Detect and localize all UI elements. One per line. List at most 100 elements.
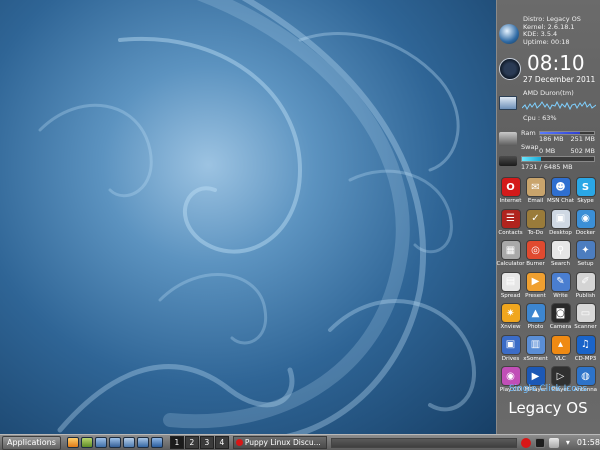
launcher-desktop[interactable]: ▣ Desktop bbox=[548, 209, 573, 242]
launcher-label: Xnview bbox=[500, 324, 521, 330]
ram-total: 251 MB bbox=[570, 135, 595, 143]
terminal-icon[interactable] bbox=[108, 437, 121, 448]
skype-icon: S bbox=[576, 178, 595, 196]
setup-icon: ✦ bbox=[576, 241, 595, 259]
launcher-label: Docker bbox=[575, 229, 596, 236]
msn-icon: ☻ bbox=[551, 178, 570, 196]
launcher-scanner[interactable]: ▭ Scanner bbox=[573, 304, 598, 336]
docker-icon: ◉ bbox=[576, 209, 595, 228]
vlc-icon: ▴ bbox=[551, 335, 570, 354]
launcher-presentation[interactable]: ▶ Present bbox=[523, 272, 548, 305]
opera-tray-icon[interactable] bbox=[520, 437, 531, 448]
launcher-xsoment[interactable]: ▥ xSoment bbox=[523, 335, 548, 368]
presentation-icon: ▶ bbox=[526, 272, 545, 291]
launcher-label: Spread bbox=[500, 292, 521, 299]
desktop-wallpaper bbox=[0, 0, 496, 434]
ram-values: 186 MB 251 MB bbox=[539, 135, 595, 144]
write-icon: ✎ bbox=[551, 272, 570, 291]
drives-icon: ▣ bbox=[501, 335, 520, 354]
launcher-email[interactable]: ✉ Email bbox=[523, 178, 548, 210]
applications-menu-button[interactable]: Applications bbox=[2, 435, 61, 450]
launcher-publish[interactable]: ✐ Publish bbox=[573, 272, 598, 305]
launcher-cd-mp3[interactable]: ♫ CD-MP3 bbox=[573, 335, 598, 368]
clock-date: 27 December 2011 bbox=[523, 75, 596, 84]
opera-icon: O bbox=[501, 178, 520, 196]
todo-icon: ✓ bbox=[526, 209, 545, 228]
publish-icon: ✐ bbox=[576, 272, 595, 291]
launcher-label: Scanner bbox=[574, 324, 597, 330]
cpu-load-graph bbox=[522, 100, 596, 111]
disk-widget: 1731 / 6485 MB bbox=[497, 156, 600, 174]
volume-icon[interactable]: ▾ bbox=[563, 438, 573, 448]
launcher-skype[interactable]: S Skype bbox=[573, 178, 598, 210]
network-icon[interactable] bbox=[150, 437, 163, 448]
launcher-label: Present bbox=[525, 292, 546, 299]
taskbar-clock[interactable]: 01:58 bbox=[577, 438, 600, 447]
disk-value: 1731 / 6485 MB bbox=[521, 163, 573, 171]
launcher-label: MSN Chat bbox=[547, 198, 574, 204]
calculator-icon: ▦ bbox=[501, 241, 520, 259]
launcher-search[interactable]: ⚲ Search bbox=[548, 241, 573, 273]
launcher-calculator[interactable]: ▦ Calculator bbox=[496, 241, 525, 273]
launcher-label: xSoment bbox=[523, 355, 548, 362]
launcher-setup[interactable]: ✦ Setup bbox=[573, 241, 598, 273]
desktop-pager-2[interactable]: 2 bbox=[184, 436, 199, 449]
launcher-opera[interactable]: O Internet bbox=[498, 178, 523, 210]
launcher-drives[interactable]: ▣ Drives bbox=[498, 335, 523, 368]
launcher-vlc[interactable]: ▴ VLC bbox=[548, 335, 573, 368]
clock-time: 08:10 bbox=[527, 51, 585, 75]
back-arrow-icon[interactable] bbox=[80, 437, 93, 448]
launcher-spreadsheet[interactable]: ▤ Spread bbox=[498, 272, 523, 305]
cpu-widget: AMD Duron(tm) Cpu : 63% bbox=[497, 89, 600, 126]
disk-bar bbox=[521, 156, 595, 162]
launcher-label: Skype bbox=[577, 198, 594, 204]
launcher-label: Burner bbox=[526, 261, 545, 267]
single-click-caption: Single Click Icons bbox=[508, 384, 588, 394]
window-list-icon[interactable] bbox=[136, 437, 149, 448]
taskbar: Applications 1 2 3 4 Puppy Linux Discu..… bbox=[0, 434, 600, 450]
desktop-pager-4[interactable]: 4 bbox=[214, 436, 229, 449]
launcher-msn[interactable]: ☻ MSN Chat bbox=[547, 178, 574, 210]
launcher-label: Publish bbox=[575, 292, 596, 299]
xsoment-icon: ▥ bbox=[526, 335, 545, 354]
xnview-icon: ✷ bbox=[501, 304, 520, 322]
launcher-label: To-Do bbox=[527, 229, 544, 236]
launcher-label: Calculator bbox=[496, 261, 525, 267]
brand-caption: Legacy OS bbox=[508, 399, 588, 417]
launcher-icon-grid: O Internet ✉ Email ☻ MSN Chat S Skype ☰ Contacts ✓… bbox=[496, 178, 598, 399]
launcher-label: Photo bbox=[527, 324, 544, 330]
firefox-launcher-icon[interactable] bbox=[66, 437, 79, 448]
player-icon: ▷ bbox=[551, 367, 570, 385]
task-button-puppy-linux[interactable]: Puppy Linux Discu... bbox=[232, 436, 327, 449]
swap-total: 502 MB bbox=[570, 147, 595, 155]
launcher-todo[interactable]: ✓ To-Do bbox=[523, 209, 548, 242]
clock-icon bbox=[499, 58, 521, 80]
desktop-pager-3[interactable]: 3 bbox=[199, 436, 214, 449]
launcher-camera[interactable]: ◙ Camera bbox=[548, 304, 573, 336]
swap-used: 0 MB bbox=[539, 147, 556, 155]
burner-icon: ◎ bbox=[526, 241, 545, 259]
clipboard-icon[interactable] bbox=[548, 437, 559, 448]
launcher-burner[interactable]: ◎ Burner bbox=[523, 241, 548, 273]
memory-icon bbox=[499, 132, 517, 146]
file-manager-icon[interactable] bbox=[122, 437, 135, 448]
tray-gauge-icon[interactable] bbox=[534, 437, 545, 448]
launcher-label: Setup bbox=[577, 261, 594, 267]
launcher-label: Email bbox=[527, 198, 544, 204]
search-icon: ⚲ bbox=[551, 241, 570, 259]
launcher-xnview[interactable]: ✷ Xnview bbox=[498, 304, 523, 336]
launcher-docker[interactable]: ◉ Docker bbox=[573, 209, 598, 242]
mplayer-icon: ▶ bbox=[526, 367, 545, 385]
swap-values: 0 MB 502 MB bbox=[539, 147, 595, 156]
ram-used: 186 MB bbox=[539, 135, 564, 143]
launcher-photo[interactable]: ▲ Photo bbox=[523, 304, 548, 336]
globe-icon bbox=[499, 24, 519, 44]
photo-icon: ▲ bbox=[526, 304, 545, 322]
desktop-pager-1[interactable]: 1 bbox=[169, 436, 184, 449]
cpu-load: Cpu : 63% bbox=[523, 114, 557, 122]
launcher-write[interactable]: ✎ Write bbox=[548, 272, 573, 305]
show-desktop-icon[interactable] bbox=[94, 437, 107, 448]
hard-drive-icon bbox=[499, 156, 517, 166]
email-icon: ✉ bbox=[526, 178, 545, 196]
launcher-contacts[interactable]: ☰ Contacts bbox=[498, 209, 523, 242]
